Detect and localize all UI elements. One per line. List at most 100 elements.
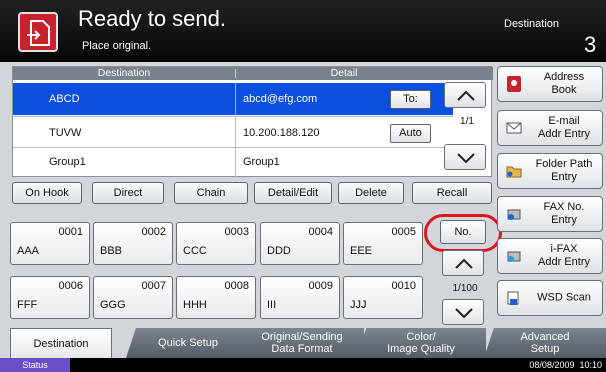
one-touch-number: 0010 bbox=[391, 280, 416, 292]
tab-destination[interactable]: Destination bbox=[10, 328, 112, 358]
fax-icon bbox=[507, 209, 521, 220]
destination-detail: abcd@efg.com bbox=[243, 93, 318, 105]
one-touch-number: 0003 bbox=[224, 226, 249, 238]
one-touch-name: DDD bbox=[267, 245, 291, 257]
one-touch-number: 0008 bbox=[224, 280, 249, 292]
auto-type-button[interactable]: Auto bbox=[390, 124, 431, 143]
chevron-up-icon bbox=[457, 90, 475, 101]
one-touch-key[interactable]: 0006 FFF bbox=[10, 276, 90, 319]
column-divider bbox=[235, 117, 236, 149]
column-divider bbox=[235, 83, 236, 115]
fax-entry-button[interactable]: FAX No. Entry bbox=[497, 196, 603, 232]
one-touch-key[interactable]: 0008 HHH bbox=[176, 276, 256, 319]
destination-name: Group1 bbox=[49, 156, 86, 168]
email-entry-label: E-mail Addr Entry bbox=[538, 115, 590, 140]
wsd-scan-button[interactable]: WSD Scan bbox=[497, 280, 603, 316]
address-scroll-down-button[interactable] bbox=[442, 299, 484, 325]
email-entry-button[interactable]: E-mail Addr Entry bbox=[497, 110, 603, 146]
address-scroll-up-button[interactable] bbox=[442, 250, 484, 276]
ifax-entry-label: i-FAX Addr Entry bbox=[538, 243, 590, 268]
ifax-entry-button[interactable]: i-FAX Addr Entry bbox=[497, 238, 603, 274]
status-bar: Status 08/08/2009 10:10 bbox=[0, 358, 606, 372]
one-touch-number: 0005 bbox=[391, 226, 416, 238]
destination-function-bar: On Hook Direct Chain Detail/Edit Delete … bbox=[12, 182, 492, 204]
one-touch-name: HHH bbox=[183, 299, 207, 311]
status-button[interactable]: Status bbox=[0, 358, 70, 372]
tab-quick-setup[interactable]: Quick Setup bbox=[126, 328, 250, 358]
folder-path-button[interactable]: Folder Path Entry bbox=[497, 153, 603, 189]
one-touch-name: III bbox=[267, 299, 277, 311]
one-touch-number: 0009 bbox=[308, 280, 333, 292]
scroll-up-button[interactable] bbox=[444, 82, 486, 108]
destination-count: 3 bbox=[584, 32, 597, 57]
one-touch-key[interactable]: 0004 DDD bbox=[260, 222, 340, 265]
destination-page-indicator: 1/1 bbox=[460, 116, 474, 127]
date-time: 08/08/2009 10:10 bbox=[529, 360, 602, 370]
fax-entry-label: FAX No. Entry bbox=[543, 201, 585, 226]
address-book-label: Address Book bbox=[543, 71, 585, 96]
header-bar: Ready to send. Place original. Destinati… bbox=[0, 0, 606, 62]
ifax-icon bbox=[507, 251, 521, 262]
destination-list: Destination Detail ABCD abcd@efg.com To:… bbox=[12, 66, 493, 178]
folder-icon bbox=[506, 166, 522, 178]
destination-name: ABCD bbox=[49, 93, 80, 105]
destination-name: TUVW bbox=[49, 127, 82, 139]
chevron-up-icon bbox=[455, 258, 473, 269]
wsd-scan-icon bbox=[507, 291, 519, 305]
destination-list-header: Destination Detail bbox=[13, 67, 493, 80]
page-subtitle: Place original. bbox=[82, 40, 152, 52]
send-document-icon bbox=[18, 12, 58, 52]
page-title: Ready to send. bbox=[78, 6, 226, 31]
one-touch-key[interactable]: 0001 AAA bbox=[10, 222, 90, 265]
column-divider bbox=[235, 146, 236, 178]
highlight-ring bbox=[424, 214, 502, 252]
tab-color-image-quality[interactable]: Color/ Image Quality bbox=[356, 328, 486, 358]
address-book-button[interactable]: Address Book bbox=[497, 66, 603, 102]
delete-button[interactable]: Delete bbox=[338, 182, 404, 204]
send-screen: Ready to send. Place original. Destinati… bbox=[0, 0, 606, 372]
destination-row[interactable]: TUVW 10.200.188.120 Auto bbox=[13, 116, 453, 149]
one-touch-name: BBB bbox=[100, 245, 123, 257]
one-touch-number: 0004 bbox=[308, 226, 333, 238]
scroll-down-button[interactable] bbox=[444, 144, 486, 170]
one-touch-name: FFF bbox=[17, 299, 38, 311]
to-type-button[interactable]: To: bbox=[390, 90, 431, 109]
address-page-indicator: 1/100 bbox=[452, 283, 478, 294]
column-header-detail: Detail bbox=[330, 67, 358, 79]
address-book-icon bbox=[507, 76, 521, 92]
one-touch-key[interactable]: 0002 BBB bbox=[93, 222, 173, 265]
destination-detail: 10.200.188.120 bbox=[243, 127, 320, 139]
column-header-destination: Destination bbox=[97, 67, 151, 79]
one-touch-number: 0002 bbox=[141, 226, 166, 238]
chevron-down-icon bbox=[455, 308, 473, 319]
one-touch-number: 0001 bbox=[58, 226, 83, 238]
one-touch-name: CCC bbox=[183, 245, 207, 257]
detail-edit-button[interactable]: Detail/Edit bbox=[254, 182, 332, 204]
one-touch-number: 0007 bbox=[141, 280, 166, 292]
one-touch-name: EEE bbox=[350, 245, 373, 257]
folder-path-label: Folder Path Entry bbox=[535, 158, 593, 183]
destination-detail: Group1 bbox=[243, 156, 280, 168]
destination-row[interactable]: Group1 Group1 bbox=[13, 146, 453, 178]
chain-button[interactable]: Chain bbox=[174, 182, 248, 204]
destination-count-label: Destination bbox=[504, 18, 560, 30]
function-tab-bar: Destination Quick Setup Original/Sending… bbox=[0, 328, 606, 358]
one-touch-number: 0006 bbox=[58, 280, 83, 292]
one-touch-name: GGG bbox=[100, 299, 126, 311]
direct-button[interactable]: Direct bbox=[92, 182, 164, 204]
one-touch-key[interactable]: 0009 III bbox=[260, 276, 340, 319]
one-touch-key[interactable]: 0010 JJJ bbox=[343, 276, 423, 319]
one-touch-key[interactable]: 0003 CCC bbox=[176, 222, 256, 265]
tab-advanced-setup[interactable]: Advanced Setup bbox=[484, 328, 606, 358]
one-touch-name: AAA bbox=[17, 245, 40, 257]
destination-row[interactable]: ABCD abcd@efg.com To: bbox=[13, 83, 453, 115]
one-touch-key[interactable]: 0005 EEE bbox=[343, 222, 423, 265]
recall-button[interactable]: Recall bbox=[412, 182, 492, 204]
tab-original-sending[interactable]: Original/Sending Data Format bbox=[240, 328, 364, 358]
wsd-scan-label: WSD Scan bbox=[537, 291, 591, 304]
chevron-down-icon bbox=[457, 153, 475, 164]
one-touch-name: JJJ bbox=[350, 299, 367, 311]
on-hook-button[interactable]: On Hook bbox=[12, 182, 82, 204]
email-icon bbox=[506, 122, 522, 134]
one-touch-key[interactable]: 0007 GGG bbox=[93, 276, 173, 319]
